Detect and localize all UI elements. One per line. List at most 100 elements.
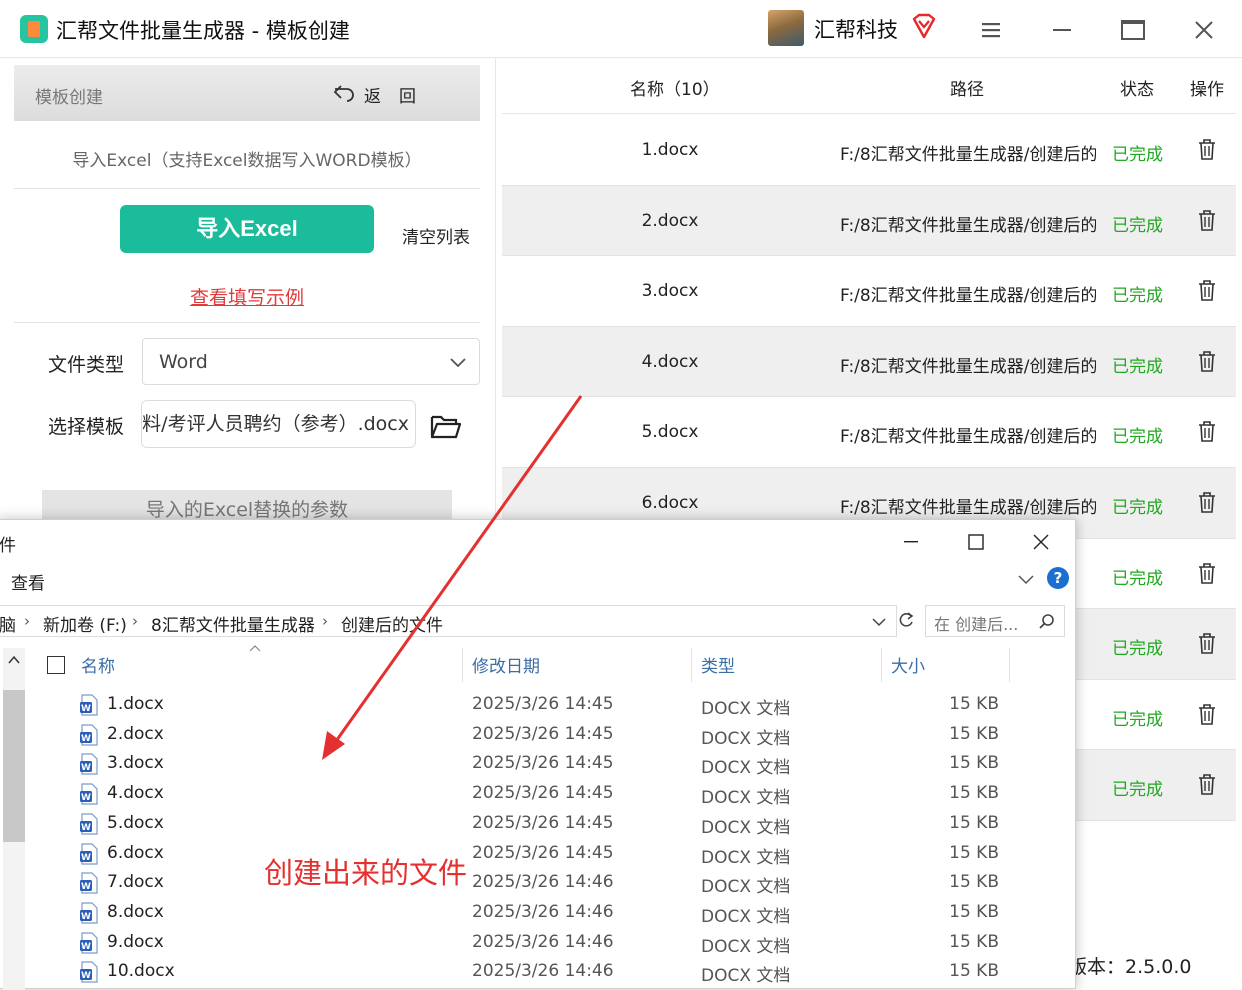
svg-text:W: W [81,882,91,892]
breadcrumb-item[interactable]: 8汇帮文件批量生成器 [151,611,315,636]
file-size: 15 KB [949,842,999,863]
chevron-right-icon: › [132,612,138,630]
column-name[interactable]: 名称 [81,652,115,677]
refresh-icon[interactable] [897,611,915,629]
file-type: DOCX 文档 [701,758,791,779]
breadcrumb-item[interactable]: 脑 [0,611,16,636]
status-badge: 已完成 [1112,145,1163,165]
file-name: 10.docx [107,961,175,982]
trash-icon[interactable] [1198,138,1216,160]
vip-diamond-icon[interactable] [911,13,937,39]
chevron-up-icon[interactable] [7,654,21,666]
column-header-action: 操作 [1190,80,1224,100]
close-icon[interactable] [1190,16,1218,44]
chevron-down-icon [450,358,466,368]
status-badge: 已完成 [1112,356,1163,377]
close-icon[interactable] [1029,530,1053,554]
table-row[interactable]: 5.docx F:/8汇帮文件批量生成器/创建后的 已完成 [502,397,1236,468]
file-list-item[interactable]: W 5.docx 2025/3/26 14:45 DOCX 文档 15 KB [29,810,1069,840]
file-type: DOCX 文档 [701,877,791,898]
file-size: 15 KB [949,783,999,804]
file-name: 1.docx [107,694,164,714]
user-avatar[interactable] [768,10,804,46]
trash-icon[interactable] [1198,279,1216,301]
file-name: 4.docx [641,351,699,372]
ribbon-view-tab[interactable]: 查看 [11,569,45,594]
table-row[interactable]: 3.docx F:/8汇帮文件批量生成器/创建后的 已完成 [502,256,1236,327]
file-list-item[interactable]: W 9.docx 2025/3/26 14:46 DOCX 文档 15 KB [29,929,1069,959]
file-date: 2025/3/26 14:45 [472,842,614,863]
sort-caret-icon [249,645,261,652]
file-list-item[interactable]: W 1.docx 2025/3/26 14:45 DOCX 文档 15 KB [29,691,1069,721]
svg-text:W: W [81,704,91,714]
folder-open-icon[interactable] [430,412,462,440]
word-document-icon: W [80,872,98,894]
file-name: 3.docx [641,281,699,302]
status-badge: 已完成 [1112,709,1163,730]
word-document-icon: W [80,753,98,775]
minimize-icon[interactable] [1049,18,1075,42]
svg-text:W: W [81,942,91,952]
minimize-icon[interactable] [899,530,923,554]
back-arrow-icon[interactable] [332,82,356,104]
status-badge: 已完成 [1112,568,1163,589]
maximize-icon[interactable] [1119,16,1147,44]
annotation-label: 创建出来的文件 [264,856,468,890]
trash-icon[interactable] [1198,491,1216,513]
trash-icon[interactable] [1198,632,1216,654]
clear-list-button[interactable]: 清空列表 [402,223,470,248]
scrollbar-thumb[interactable] [3,690,25,842]
maximize-icon[interactable] [964,530,988,554]
breadcrumb-item[interactable]: 新加卷 (F:) [43,611,127,636]
view-example-link[interactable]: 查看填写示例 [14,283,480,310]
file-name: 1.docx [641,140,699,160]
file-list-item[interactable]: W 8.docx 2025/3/26 14:46 DOCX 文档 15 KB [29,899,1069,929]
file-list-item[interactable]: W 6.docx 2025/3/26 14:45 DOCX 文档 15 KB [29,840,1069,870]
table-row[interactable]: 2.docx F:/8汇帮文件批量生成器/创建后的 已完成 [502,185,1236,257]
file-name: 7.docx [107,872,164,893]
trash-icon[interactable] [1198,420,1216,443]
address-bar[interactable]: 脑 › 新加卷 (F:) › 8汇帮文件批量生成器 › 创建后的文件 [0,605,897,637]
file-list-item[interactable]: W 2.docx 2025/3/26 14:45 DOCX 文档 15 KB [29,721,1069,751]
file-list-item[interactable]: W 10.docx 2025/3/26 14:46 DOCX 文档 15 KB [29,958,1069,988]
svg-text:W: W [81,734,91,744]
template-panel: 模板创建 返回 导入Excel（支持Excel数据写入WORD模板） 导入Exc… [0,58,496,530]
file-list-item[interactable]: W 3.docx 2025/3/26 14:45 DOCX 文档 15 KB [29,750,1069,780]
template-label: 选择模板 [48,416,125,438]
select-all-checkbox[interactable] [47,656,65,674]
help-icon[interactable]: ? [1047,567,1069,589]
template-path-input[interactable]: 料/考评人员聘约（参考）.docx [141,400,416,448]
trash-icon[interactable] [1198,209,1216,231]
file-list-item[interactable]: W 4.docx 2025/3/26 14:45 DOCX 文档 15 KB [29,780,1069,810]
search-input[interactable]: 在 创建后... [925,605,1065,637]
svg-text:W: W [81,793,91,803]
menu-icon[interactable] [978,18,1004,42]
file-size: 15 KB [949,753,999,774]
trash-icon[interactable] [1198,703,1216,725]
file-date: 2025/3/26 14:46 [472,901,614,922]
file-path: F:/8汇帮文件批量生成器/创建后的 [840,286,1096,307]
back-button[interactable]: 返回 [364,82,434,107]
import-excel-button[interactable]: 导入Excel [120,205,374,253]
template-path-value: 料/考评人员聘约（参考）.docx [142,413,409,435]
column-size[interactable]: 大小 [891,652,925,677]
file-type: DOCX 文档 [701,817,791,838]
table-row[interactable]: 4.docx F:/8汇帮文件批量生成器/创建后的 已完成 [502,326,1236,398]
trash-icon[interactable] [1198,350,1216,372]
file-type: DOCX 文档 [701,936,791,957]
chevron-down-icon[interactable] [871,615,887,629]
file-type-select[interactable]: Word [142,338,480,385]
column-type[interactable]: 类型 [701,652,735,677]
file-size: 15 KB [949,694,999,714]
file-date: 2025/3/26 14:45 [472,694,614,714]
chevron-down-icon[interactable] [1017,572,1035,586]
table-row[interactable]: 1.docx F:/8汇帮文件批量生成器/创建后的 已完成 [502,115,1236,186]
breadcrumb-item[interactable]: 创建后的文件 [341,611,443,636]
search-icon[interactable] [1038,613,1056,631]
trash-icon[interactable] [1198,773,1216,796]
status-badge: 已完成 [1112,286,1163,307]
file-list-item[interactable]: W 7.docx 2025/3/26 14:46 DOCX 文档 15 KB [29,869,1069,899]
file-type: DOCX 文档 [701,728,791,749]
trash-icon[interactable] [1198,562,1216,584]
column-date[interactable]: 修改日期 [472,652,540,677]
